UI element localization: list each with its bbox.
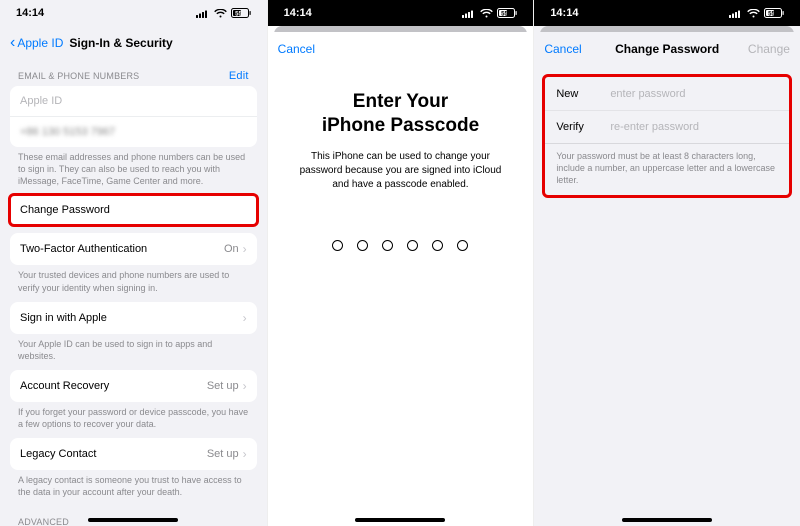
change-button[interactable]: Change [748,42,790,56]
tfa-card: Two-Factor Authentication On › [10,233,257,265]
status-time: 14:14 [550,7,578,19]
battery-icon: 55 [497,8,517,18]
new-password-input[interactable]: enter password [610,88,685,100]
chevron-right-icon: › [243,379,247,393]
status-right: 55 [196,8,251,18]
ar-note: If you forget your password or device pa… [10,402,257,438]
passcode-dot [432,240,443,251]
phone-number-row[interactable]: +86 130 5153 7967 [10,116,257,147]
password-requirements: Your password must be at least 8 charact… [544,144,790,194]
battery-icon: 55 [764,8,784,18]
chevron-right-icon: › [243,242,247,256]
new-password-row[interactable]: New enter password [544,78,790,111]
lc-card: Legacy Contact Set up › [10,438,257,470]
back-label: Apple ID [17,36,63,50]
passcode-dot [332,240,343,251]
page-title: Sign-In & Security [69,36,172,50]
siwa-card: Sign in with Apple › [10,302,257,334]
content: New enter password Verify re-enter passw… [534,66,800,526]
chevron-right-icon: › [243,447,247,461]
ar-card: Account Recovery Set up › [10,370,257,402]
status-bar: 14:14 55 [534,0,800,26]
password-form-highlight: New enter password Verify re-enter passw… [544,76,790,196]
field-label: New [556,88,610,100]
nav-bar: Cancel [268,32,534,66]
status-bar: 14:14 55 [0,0,267,26]
section-header-advanced: Advanced [10,507,257,526]
section-header-email: Email & Phone Numbers Edit [10,60,257,86]
email-card: Apple ID +86 130 5153 7967 [10,86,257,147]
siwa-note: Your Apple ID can be used to sign in to … [10,334,257,370]
status-time: 14:14 [284,7,312,19]
verify-password-input[interactable]: re-enter password [610,121,699,133]
cancel-button[interactable]: Cancel [278,42,315,56]
signal-icon [462,9,476,18]
modal-body: Cancel Change Password Change New enter … [534,32,800,526]
chevron-left-icon: ‹ [10,35,15,51]
svg-text:55: 55 [501,12,508,18]
passcode-dot [457,240,468,251]
svg-text:55: 55 [768,12,775,18]
cancel-button[interactable]: Cancel [544,42,581,56]
status-right: 55 [729,8,784,18]
back-button[interactable]: ‹ Apple ID [10,35,63,51]
screen-enter-passcode: 14:14 55 Cancel Enter Your iPhone Passco… [267,0,534,526]
tfa-note: Your trusted devices and phone numbers a… [10,265,257,301]
field-label: Verify [556,121,610,133]
email-note: These email addresses and phone numbers … [10,147,257,195]
screen-signin-security: 14:14 55 ‹ Apple ID Sign-In & Security E… [0,0,267,526]
change-password-row[interactable]: Change Password [10,195,257,225]
tfa-row[interactable]: Two-Factor Authentication On › [10,233,257,265]
passcode-dot [407,240,418,251]
passcode-dot [382,240,393,251]
verify-password-row[interactable]: Verify re-enter password [544,111,790,144]
status-wrap: 14:14 55 [268,0,534,26]
apple-id-row[interactable]: Apple ID [10,86,257,116]
wifi-icon [747,9,760,18]
wifi-icon [214,9,227,18]
content: Email & Phone Numbers Edit Apple ID +86 … [0,60,267,526]
edit-button[interactable]: Edit [229,70,249,82]
status-wrap: 14:14 55 [534,0,800,26]
status-right: 55 [462,8,517,18]
home-indicator[interactable] [88,518,178,522]
account-recovery-row[interactable]: Account Recovery Set up › [10,370,257,402]
modal-body: Cancel Enter Your iPhone Passcode This i… [268,32,534,526]
status-time: 14:14 [16,7,44,19]
passcode-dot [357,240,368,251]
nav-bar: Cancel Change Password Change [534,32,800,66]
siwa-row[interactable]: Sign in with Apple › [10,302,257,334]
chevron-right-icon: › [243,311,247,325]
svg-text:55: 55 [235,12,242,18]
home-indicator[interactable] [622,518,712,522]
change-password-card: Change Password [10,195,257,225]
wifi-icon [480,9,493,18]
status-bar: 14:14 55 [268,0,534,26]
home-indicator[interactable] [355,518,445,522]
passcode-title: Enter Your iPhone Passcode [288,90,514,138]
battery-icon: 55 [231,8,251,18]
legacy-contact-row[interactable]: Legacy Contact Set up › [10,438,257,470]
nav-bar: ‹ Apple ID Sign-In & Security [0,26,267,60]
lc-note: A legacy contact is someone you trust to… [10,470,257,506]
signal-icon [196,9,210,18]
passcode-subtitle: This iPhone can be used to change your p… [292,150,510,192]
screen-change-password: 14:14 55 Cancel Change Password Change N… [533,0,800,526]
passcode-dots[interactable] [268,240,534,251]
signal-icon [729,9,743,18]
